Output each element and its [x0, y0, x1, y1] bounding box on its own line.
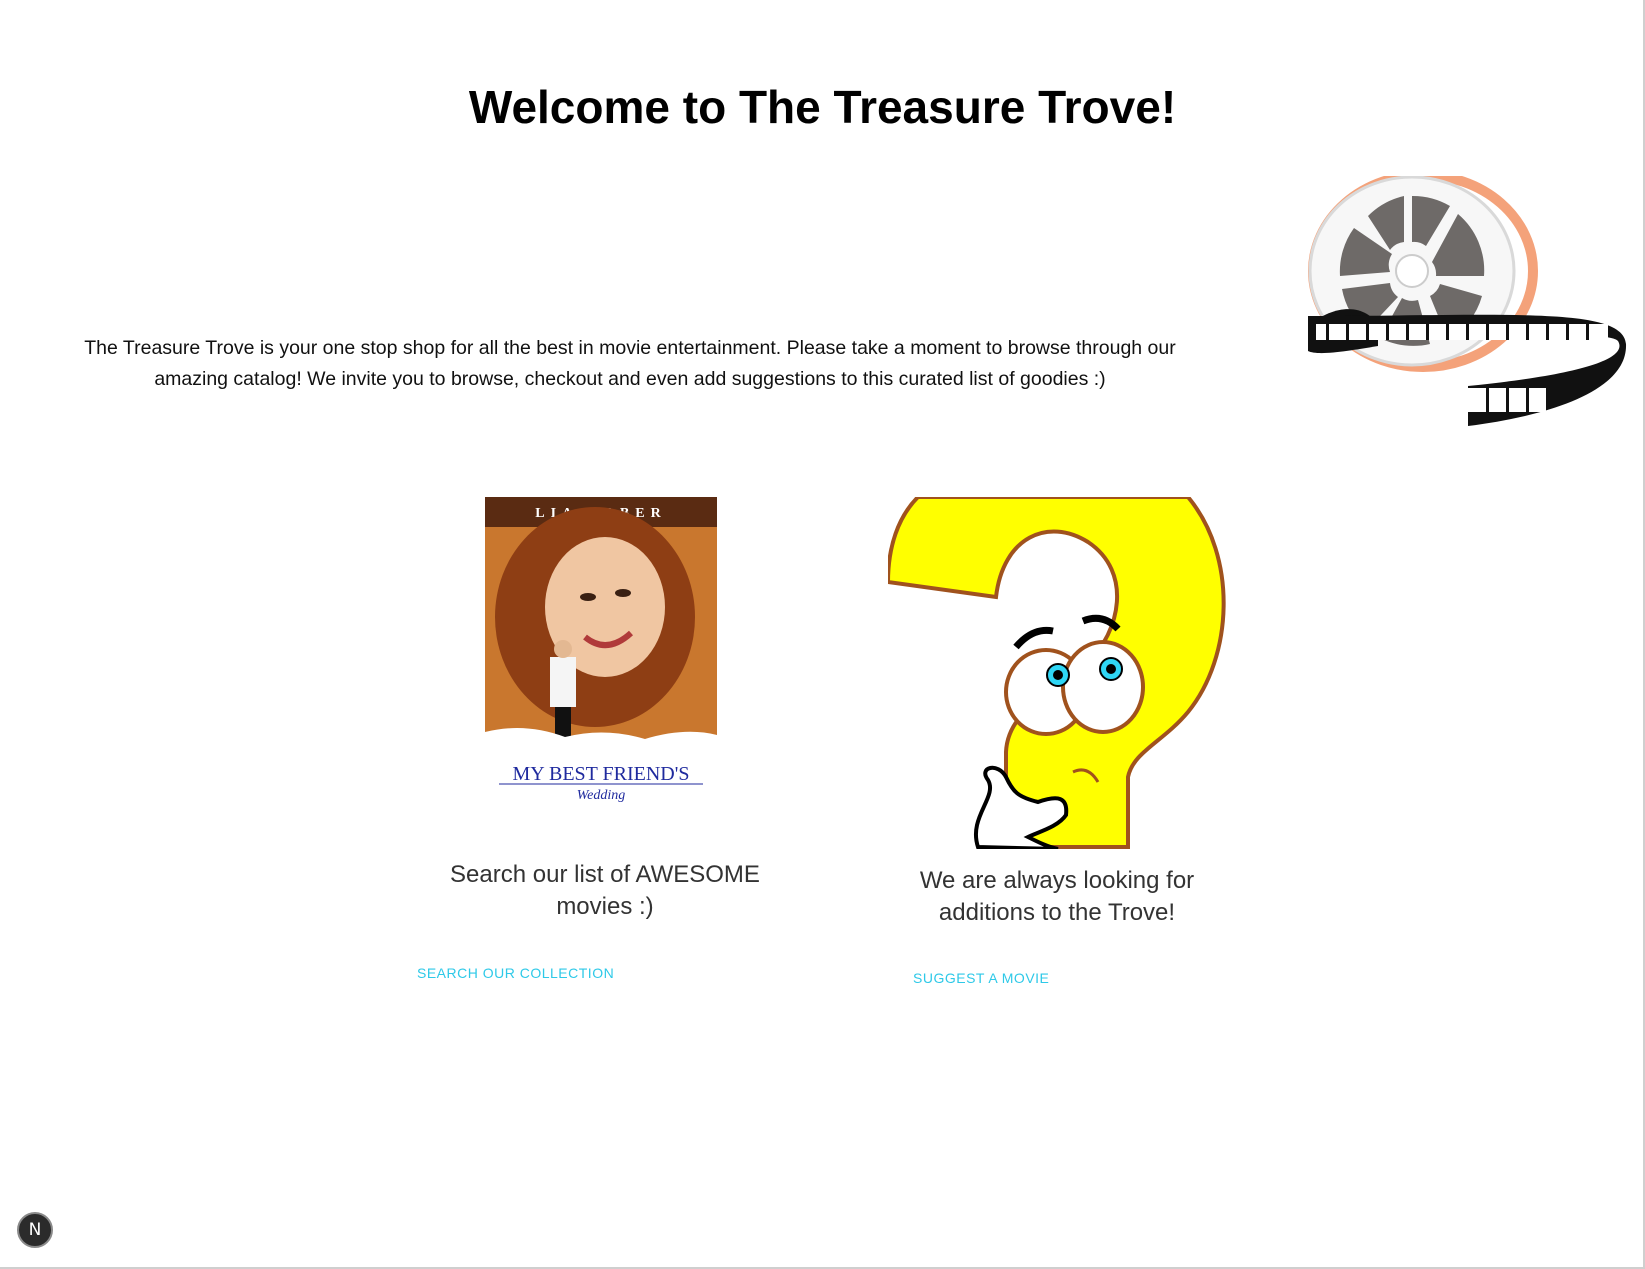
film-reel-icon [1308, 176, 1627, 426]
suggest-movie-link[interactable]: SUGGEST A MOVIE [913, 970, 1049, 986]
search-card-text: Search our list of AWESOME movies :) [450, 861, 760, 920]
search-collection-link[interactable]: SEARCH OUR COLLECTION [417, 965, 614, 981]
suggest-card-text: We are always looking for additions to t… [919, 867, 1195, 926]
framework-badge[interactable]: N [17, 1212, 53, 1248]
poster-title: MY BEST FRIEND'S [513, 763, 690, 785]
poster-subtitle: Wedding [577, 788, 625, 803]
movie-poster: LIA ROBER MY BEST FRIEND'S Wedding [485, 497, 717, 809]
page-title: Welcome to The Treasure Trove! [468, 81, 1177, 133]
intro-text: The Treasure Trove is your one stop shop… [84, 337, 1176, 390]
question-mark-cartoon [888, 497, 1226, 849]
